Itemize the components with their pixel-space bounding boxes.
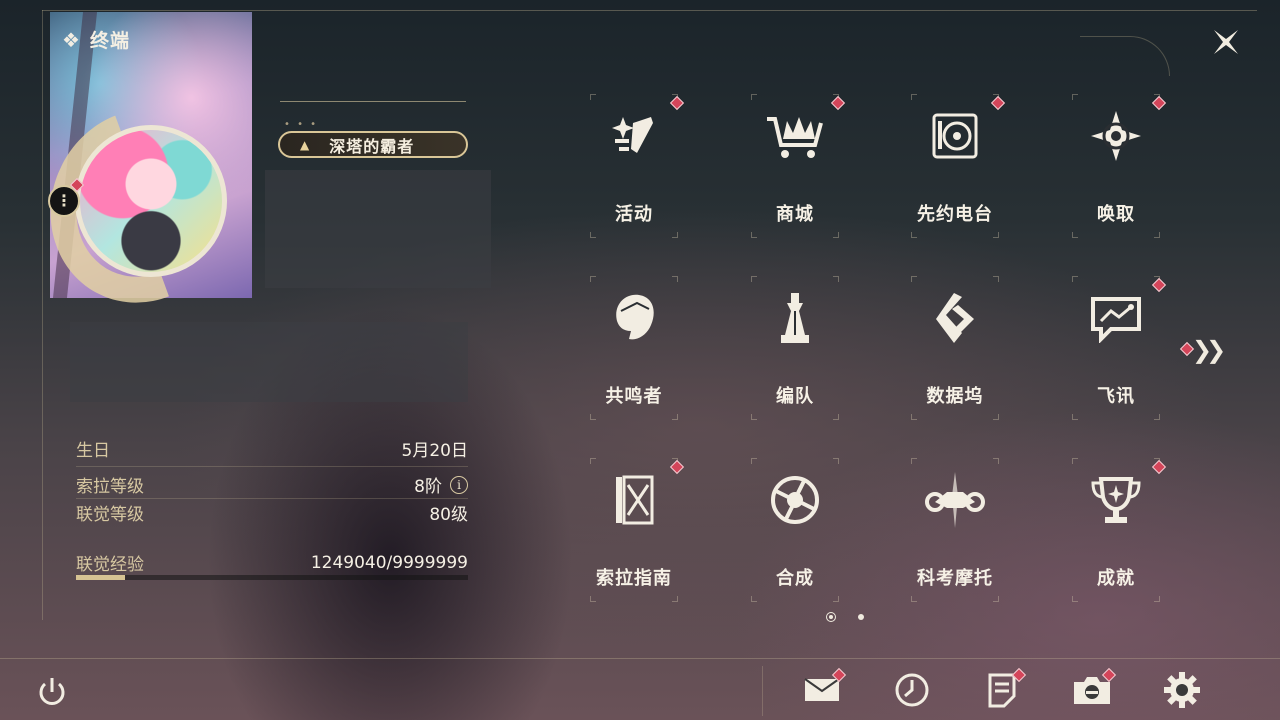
union-level-value: 80级 [429, 505, 468, 525]
radio-record-icon [923, 104, 987, 168]
menu-tile-label: 成就 [1097, 568, 1135, 589]
frame-left-line [42, 10, 43, 620]
mail-button[interactable] [800, 667, 847, 712]
close-icon [1214, 30, 1238, 54]
stat-union-level: 联觉等级 80级 [76, 500, 468, 525]
birthday-value: 5月20日 [401, 441, 468, 461]
union-exp-value: 1249040/9999999 [310, 552, 468, 573]
menu-tile-messages[interactable]: 飞讯 [1036, 262, 1196, 444]
stat-sola-level: 索拉等级 8阶 i [76, 472, 468, 497]
power-icon [39, 678, 65, 705]
resonator-portrait-icon [602, 286, 666, 350]
menu-tile-guidebook[interactable]: 索拉指南 [554, 444, 714, 626]
motorbike-icon [923, 468, 987, 532]
menu-tile-label: 合成 [776, 568, 814, 589]
menu-tile-label: 先约电台 [917, 204, 993, 225]
convene-compass-icon [1084, 104, 1148, 168]
stat-union-exp: 联觉经验 1249040/9999999 [76, 550, 468, 576]
clock-icon [895, 673, 929, 707]
stat-separator [76, 498, 468, 499]
stat-value: 5月20日 [402, 436, 468, 461]
badge-divider [280, 101, 466, 102]
stat-separator [76, 466, 468, 467]
exp-progress-fill [76, 575, 125, 580]
stat-label: 索拉等级 [76, 477, 144, 497]
menu-tile-convene[interactable]: 唤取 [1036, 80, 1196, 262]
title-badge-label: 深塔的霸者 [329, 136, 415, 156]
badge-dots: • • • [284, 119, 319, 130]
more-vertical-icon: ⋮ [56, 191, 72, 210]
frame-top-line [42, 10, 1257, 11]
menu-tile-label: 飞讯 [1097, 386, 1135, 407]
power-button[interactable] [30, 670, 74, 714]
stat-label: 联觉等级 [76, 505, 144, 525]
menu-tile-data-bank[interactable]: 数据坞 [875, 262, 1035, 444]
stat-value: 8阶 i [414, 472, 468, 497]
bottom-bar-divider [762, 666, 763, 716]
menu-tile-resonators[interactable]: 共鸣者 [554, 262, 714, 444]
sola-level-value: 8阶 [414, 477, 442, 497]
page-dot-2[interactable] [858, 614, 864, 620]
mail-icon [804, 678, 840, 701]
menu-tile-label: 活动 [615, 204, 653, 225]
diamond-cluster-icon: ❖ [62, 27, 80, 52]
page-title: 终端 [89, 30, 130, 52]
activity-sparkle-icon [602, 104, 666, 168]
menu-tile-motorbike[interactable]: 科考摩托 [875, 444, 1035, 626]
guidebook-icon [602, 468, 666, 532]
page-indicator [826, 612, 864, 622]
menu-tile-label: 科考摩托 [917, 568, 993, 589]
stat-birthday: 生日 5月20日 [76, 436, 468, 461]
bottom-bar-line [0, 658, 1280, 659]
page-dot-1[interactable] [826, 612, 836, 622]
next-page-button[interactable]: ❯❯ [1192, 336, 1226, 364]
stat-value: 80级 [429, 500, 468, 525]
message-chat-icon [1084, 286, 1148, 350]
team-chess-icon [763, 286, 827, 350]
double-chevron-right-icon: ❯❯ [1192, 336, 1226, 364]
menu-grid: 活动 商城 先约电台 唤取 共鸣者 编队 数据坞 飞讯 索拉指南 合成 科考摩托… [554, 80, 1196, 626]
menu-tile-label: 共鸣者 [605, 386, 663, 407]
settings-button[interactable] [1160, 668, 1204, 712]
menu-tile-label: 数据坞 [926, 386, 984, 407]
stat-label: 生日 [76, 441, 110, 461]
triangle-icon: ▲ [300, 137, 310, 152]
menu-tile-synthesis[interactable]: 合成 [715, 444, 875, 626]
menu-tile-achievements[interactable]: 成就 [1036, 444, 1196, 626]
data-bank-icon [923, 286, 987, 350]
trophy-icon [1084, 468, 1148, 532]
avatar[interactable] [75, 125, 227, 277]
menu-tile-label: 商城 [776, 204, 814, 225]
menu-tile-label: 索拉指南 [596, 568, 672, 589]
stat-value: 1249040/9999999 [311, 553, 468, 573]
player-name-blurred [265, 170, 491, 288]
history-button[interactable] [890, 668, 934, 712]
frame-curve [1080, 36, 1170, 76]
exp-progress-bar [76, 575, 468, 580]
synthesis-orb-icon [763, 468, 827, 532]
page-header: ❖ 终端 [62, 26, 130, 53]
close-button[interactable] [1206, 22, 1246, 62]
settings-gear-icon [1164, 672, 1200, 708]
menu-tile-activity[interactable]: 活动 [554, 80, 714, 262]
shop-cart-icon [763, 104, 827, 168]
menu-tile-label: 编队 [776, 386, 814, 407]
notice-button[interactable] [980, 667, 1027, 712]
notice-document-icon [988, 673, 1016, 708]
menu-tile-team[interactable]: 编队 [715, 262, 875, 444]
stat-label: 联觉经验 [76, 555, 144, 575]
info-icon[interactable]: i [450, 475, 468, 494]
menu-tile-shop[interactable]: 商城 [715, 80, 875, 262]
title-badge[interactable]: ▲ 深塔的霸者 [278, 131, 468, 158]
menu-tile-radio[interactable]: 先约电台 [875, 80, 1035, 262]
camera-button[interactable] [1070, 667, 1117, 712]
player-signature-blurred [70, 322, 468, 402]
menu-tile-label: 唤取 [1097, 204, 1135, 225]
